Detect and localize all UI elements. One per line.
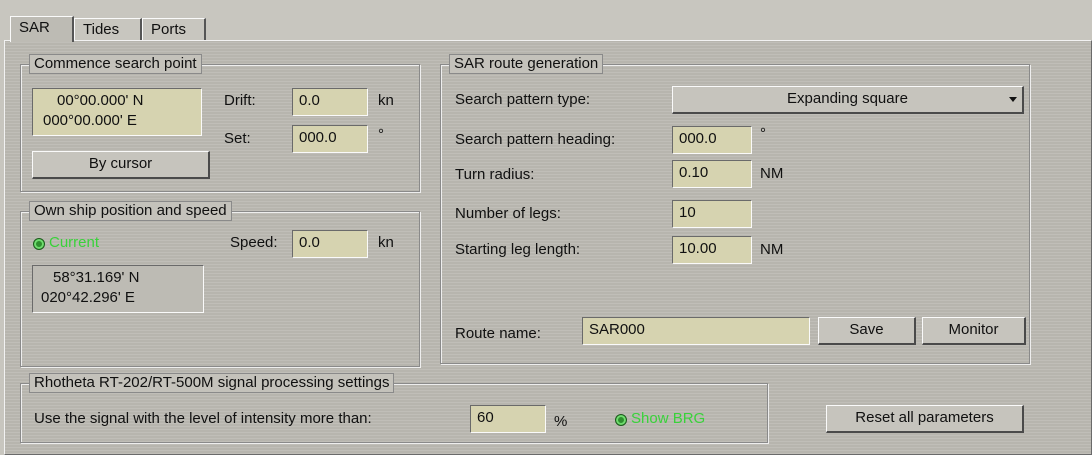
- current-label[interactable]: Current: [49, 233, 99, 253]
- intensity-label: Use the signal with the level of intensi…: [34, 410, 372, 427]
- speed-label: Speed:: [230, 234, 278, 251]
- leg-length-input[interactable]: 10.00: [672, 236, 752, 264]
- pattern-type-label: Search pattern type:: [455, 91, 591, 108]
- intensity-unit: %: [554, 413, 568, 430]
- longitude-value: 020°42.296' E: [41, 289, 135, 306]
- current-radio-icon[interactable]: [33, 238, 45, 250]
- group-title: Commence search point: [29, 54, 202, 74]
- turn-radius-input[interactable]: 0.10: [672, 160, 752, 188]
- tab-label: Tides: [83, 21, 120, 38]
- commence-position-field: 00°00.000' N 000°00.000' E: [32, 88, 202, 136]
- set-unit: °: [378, 126, 384, 143]
- drift-label: Drift:: [224, 92, 256, 109]
- chevron-down-icon: [1009, 97, 1017, 102]
- tab-ports[interactable]: Ports: [142, 18, 206, 40]
- set-input[interactable]: 000.0: [292, 125, 368, 153]
- set-label: Set:: [224, 130, 251, 147]
- latitude-value: 58°31.169' N: [53, 269, 140, 286]
- legs-label: Number of legs:: [455, 205, 561, 222]
- show-brg-radio-icon[interactable]: [615, 414, 627, 426]
- tab-sar[interactable]: SAR: [10, 16, 74, 42]
- save-button[interactable]: Save: [818, 317, 916, 345]
- heading-label: Search pattern heading:: [455, 131, 616, 148]
- speed-input[interactable]: 0.0: [292, 230, 368, 258]
- route-name-input[interactable]: SAR000: [582, 317, 810, 345]
- tab-label: SAR: [19, 19, 50, 36]
- leg-length-unit: NM: [760, 241, 784, 258]
- turn-radius-unit: NM: [760, 165, 784, 182]
- drift-input[interactable]: 0.0: [292, 88, 368, 116]
- group-title: Rhotheta RT-202/RT-500M signal processin…: [29, 373, 395, 393]
- turn-radius-label: Turn radius:: [455, 166, 535, 183]
- heading-input[interactable]: 000.0: [672, 126, 752, 154]
- speed-unit: kn: [378, 234, 394, 251]
- tab-tides[interactable]: Tides: [74, 18, 142, 40]
- leg-length-label: Starting leg length:: [455, 241, 581, 258]
- monitor-button[interactable]: Monitor: [922, 317, 1026, 345]
- intensity-input[interactable]: 60: [470, 405, 546, 433]
- tab-label: Ports: [151, 21, 187, 38]
- route-name-label: Route name:: [455, 325, 541, 342]
- pattern-type-value: Expanding square: [787, 90, 908, 107]
- group-title: SAR route generation: [449, 54, 604, 74]
- reset-all-parameters-button[interactable]: Reset all parameters: [826, 405, 1024, 433]
- drift-unit: kn: [378, 92, 394, 109]
- group-title: Own ship position and speed: [29, 201, 232, 221]
- pattern-type-dropdown[interactable]: Expanding square: [672, 86, 1024, 114]
- show-brg-label[interactable]: Show BRG: [631, 409, 705, 429]
- latitude-value: 00°00.000' N: [57, 92, 144, 109]
- by-cursor-button[interactable]: By cursor: [32, 151, 210, 179]
- longitude-value: 000°00.000' E: [43, 112, 137, 129]
- legs-input[interactable]: 10: [672, 200, 752, 228]
- heading-unit: °: [760, 125, 766, 142]
- own-ship-position-field: 58°31.169' N 020°42.296' E: [32, 265, 204, 313]
